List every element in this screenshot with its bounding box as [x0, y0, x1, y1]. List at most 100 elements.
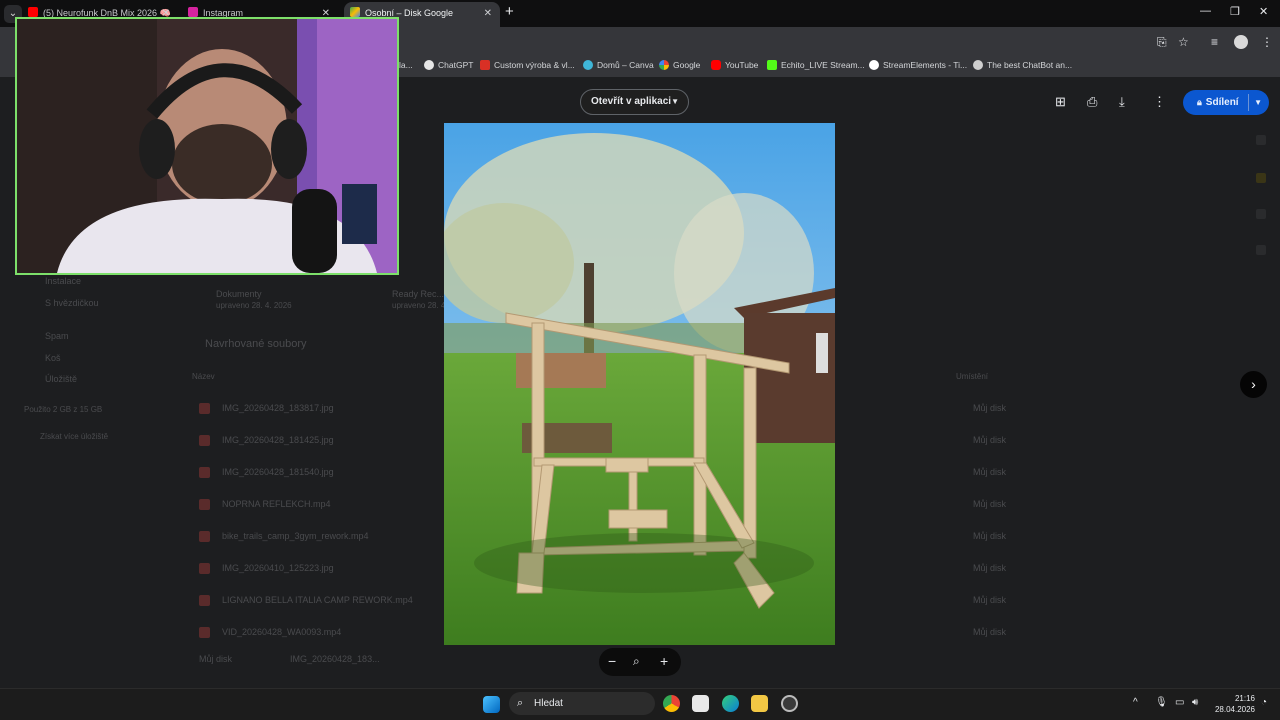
image-file-icon	[199, 435, 210, 446]
youtube-icon	[28, 7, 38, 17]
bookmark-label: Google	[673, 60, 701, 70]
add-comment-icon[interactable]: ⊞	[1055, 94, 1066, 110]
volume-icon[interactable]: 🔊︎	[1192, 697, 1198, 708]
app-icon[interactable]	[781, 695, 798, 712]
media-control-icon[interactable]: ≡	[1211, 35, 1218, 49]
clock-date: 28.04.2026	[1214, 705, 1255, 714]
bookmark-canva[interactable]: Domů – Canva	[583, 60, 654, 70]
file-location: Můj disk	[973, 403, 1007, 413]
sidebar-item: Spam	[45, 331, 69, 341]
side-panel-icon	[1256, 209, 1266, 219]
folder-name: Ready Rec...	[392, 289, 445, 299]
bookmark-label: YouTube	[725, 60, 759, 70]
chatgpt-icon	[424, 60, 434, 70]
star-icon[interactable]: ☆	[1178, 35, 1189, 49]
bookmark-chatbot[interactable]: The best ChatBot an...	[973, 60, 1072, 70]
file-explorer-icon[interactable]	[751, 695, 768, 712]
store-icon[interactable]	[692, 695, 709, 712]
notifications-icon[interactable]: ◔	[1261, 697, 1267, 708]
chrome-icon[interactable]	[663, 695, 680, 712]
preview-image	[444, 123, 835, 645]
download-icon[interactable]: ⤓	[1119, 94, 1125, 110]
video-file-icon	[199, 627, 210, 638]
kick-icon	[767, 60, 777, 70]
file-name: NOPRNA REFLEKCH.mp4	[222, 499, 331, 509]
section-title: Navrhované soubory	[205, 338, 307, 350]
chevron-down-icon: ▼	[671, 97, 679, 106]
file-name: LIGNANO BELLA ITALIA CAMP REWORK.mp4	[222, 595, 413, 605]
canva-icon	[583, 60, 593, 70]
file-name: IMG_20260410_125223.jpg	[222, 563, 334, 573]
zoom-in-button[interactable]: +	[660, 653, 668, 669]
bookmark-google[interactable]: Google	[659, 60, 700, 70]
image-file-icon	[199, 563, 210, 574]
sidebar-item: S hvězdičkou	[45, 298, 99, 308]
image-file-icon	[199, 467, 210, 478]
garden-photo	[444, 123, 835, 645]
column-header-name: Název	[192, 372, 215, 381]
video-file-icon	[199, 499, 210, 510]
chevron-down-icon[interactable]: ▼	[1254, 90, 1262, 115]
bookmark-label: Custom výroba & vl...	[494, 60, 575, 70]
new-tab-button[interactable]: +	[505, 3, 514, 20]
file-name: IMG_20260428_183817.jpg	[222, 403, 334, 413]
webcam-feed	[17, 19, 397, 273]
bookmark-label: StreamElements - Ti...	[883, 60, 968, 70]
open-in-app-button[interactable]: Otevřít v aplikaci ▼	[580, 89, 689, 115]
youtube-icon	[711, 60, 721, 70]
bookmark-streamelements[interactable]: StreamElements - Ti...	[869, 60, 967, 70]
image-file-icon	[199, 403, 210, 414]
zoom-reset-icon[interactable]: ⌕	[633, 654, 640, 669]
share-button[interactable]: 🔒︎ Sdílení ▼	[1183, 90, 1269, 115]
folder-meta: upraveno 28. 4. 2026	[216, 301, 292, 310]
system-clock[interactable]: 21:16 28.04.2026	[1209, 693, 1255, 715]
bookmark-custom[interactable]: Custom výroba & vl...	[480, 60, 575, 70]
column-header-location: Umístění	[956, 372, 989, 381]
side-panel-icon	[1256, 245, 1266, 255]
install-app-icon[interactable]: ⎘	[1157, 35, 1167, 50]
lock-icon: 🔒︎	[1197, 97, 1202, 107]
share-divider	[1248, 94, 1249, 111]
webcam-overlay	[15, 17, 399, 275]
print-icon[interactable]: ⎙	[1087, 94, 1097, 110]
file-location: Můj disk	[973, 531, 1007, 541]
restore-button[interactable]: ❐	[1230, 5, 1240, 18]
file-name: VID_20260428_WA0093.mp4	[222, 627, 342, 637]
more-actions-icon[interactable]: ⋮	[1153, 94, 1166, 110]
bookmark-item[interactable]: la...	[399, 60, 413, 70]
file-location: Můj disk	[973, 499, 1007, 509]
chatbot-icon	[973, 60, 983, 70]
file-name: IMG_20260428_181425.jpg	[222, 435, 334, 445]
breadcrumb-current: IMG_20260428_183...	[290, 654, 380, 664]
next-file-button[interactable]: ›	[1240, 371, 1267, 398]
bookmark-label: Domů – Canva	[597, 60, 654, 70]
bookmark-label: The best ChatBot an...	[987, 60, 1073, 70]
minimize-button[interactable]: —	[1200, 5, 1211, 17]
windows-start-icon[interactable]	[483, 696, 500, 713]
storage-usage: Použito 2 GB z 15 GB	[24, 405, 103, 414]
sidebar-item: Úložiště	[45, 374, 78, 384]
close-window-button[interactable]: ✕	[1259, 5, 1268, 18]
show-hidden-icons[interactable]: ^	[1133, 697, 1138, 708]
microphone-icon[interactable]: 🎙︎	[1155, 697, 1168, 708]
chevron-right-icon: ›	[1251, 376, 1256, 392]
file-location: Můj disk	[973, 563, 1007, 573]
bookmark-kick[interactable]: Echito_LIVE Stream...	[767, 60, 865, 70]
close-icon[interactable]: ✕	[484, 2, 492, 25]
video-file-icon	[199, 595, 210, 606]
file-location: Můj disk	[973, 627, 1007, 637]
side-panel-icon	[1256, 173, 1266, 183]
network-icon[interactable]: ▭	[1175, 697, 1184, 708]
file-name: bike_trails_camp_3gym_rework.mp4	[222, 531, 369, 541]
bookmark-youtube[interactable]: YouTube	[711, 60, 758, 70]
bookmark-chatgpt[interactable]: ChatGPT	[424, 60, 473, 70]
more-menu-icon[interactable]: ⋮	[1261, 35, 1273, 49]
zoom-out-button[interactable]: −	[608, 653, 616, 669]
taskbar-search[interactable]: ⌕ Hledat	[509, 692, 655, 715]
open-in-app-label: Otevřít v aplikaci	[591, 96, 672, 107]
share-label: Sdílení	[1205, 97, 1239, 108]
zoom-controls: − ⌕ +	[599, 648, 681, 676]
bookmark-label: la...	[399, 60, 413, 70]
profile-avatar[interactable]	[1234, 35, 1248, 49]
edge-icon[interactable]	[722, 695, 739, 712]
